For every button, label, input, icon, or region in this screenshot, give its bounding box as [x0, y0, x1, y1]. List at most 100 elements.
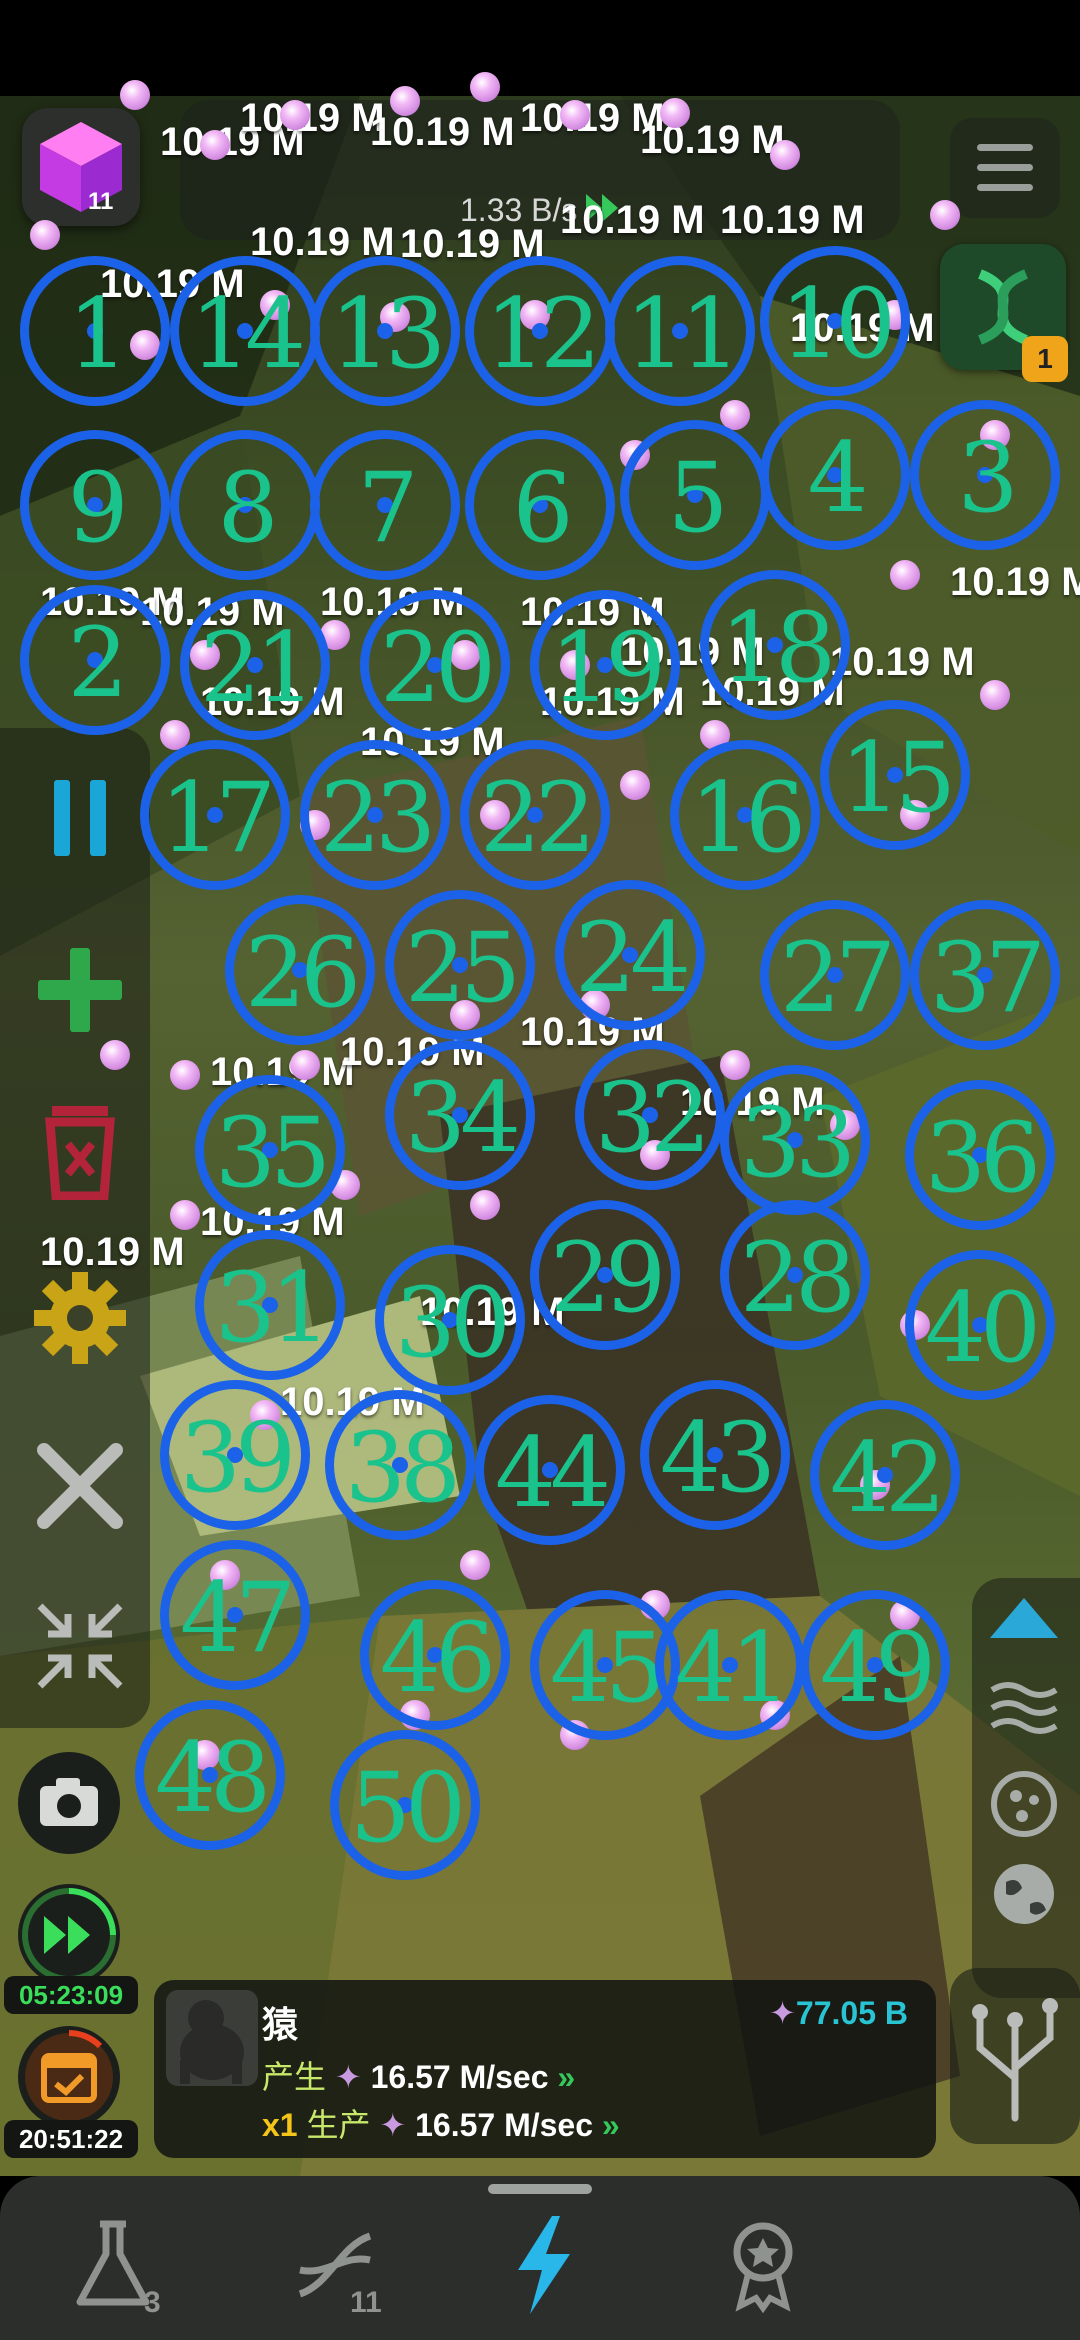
award-icon: [733, 2222, 793, 2314]
creature-bubble-4[interactable]: 4: [760, 400, 910, 550]
creature-bubble-44[interactable]: 44: [475, 1395, 625, 1545]
creature-bubble-15[interactable]: 15: [820, 700, 970, 850]
creature-bubble-17[interactable]: 17: [140, 740, 290, 890]
creature-bubble-14[interactable]: 14: [170, 256, 320, 406]
creature-bubble-19[interactable]: 19: [530, 590, 680, 740]
creature-bubble-27[interactable]: 27: [760, 900, 910, 1050]
creature-bubble-39[interactable]: 39: [160, 1380, 310, 1530]
creature-bubble-21[interactable]: 21: [180, 590, 330, 740]
creature-bubble-36[interactable]: 36: [905, 1080, 1055, 1230]
creature-bubble-49[interactable]: 49: [800, 1590, 950, 1740]
creature-bubble-16[interactable]: 16: [670, 740, 820, 890]
creature-bubble-35[interactable]: 35: [195, 1075, 345, 1225]
creature-bubble-5[interactable]: 5: [620, 420, 770, 570]
creature-bubble-34[interactable]: 34: [385, 1040, 535, 1190]
energy-orb[interactable]: [120, 80, 150, 110]
energy-orb[interactable]: [200, 130, 230, 160]
creature-bubble-50[interactable]: 50: [330, 1730, 480, 1880]
creature-bubble-47[interactable]: 47: [160, 1540, 310, 1690]
creature-bubble-24[interactable]: 24: [555, 880, 705, 1030]
bubble-number: 10: [779, 268, 896, 380]
creature-bubble-6[interactable]: 6: [465, 430, 615, 580]
bubble-number: 17: [159, 762, 276, 874]
creature-bubble-30[interactable]: 30: [375, 1245, 525, 1395]
energy-orb[interactable]: [620, 770, 650, 800]
creature-bubble-48[interactable]: 48: [135, 1700, 285, 1850]
creature-info-card[interactable]: 猿 ✦77.05 B 产生 ✦ 16.57 M/sec » x1 生产 ✦ 16…: [154, 1980, 936, 2158]
bubble-number: 1: [67, 278, 128, 390]
creature-bubble-25[interactable]: 25: [385, 890, 535, 1040]
waves-icon: [990, 1682, 1058, 1734]
creature-bubble-13[interactable]: 13: [310, 256, 460, 406]
compress-button[interactable]: [30, 1596, 130, 1696]
creature-bubble-43[interactable]: 43: [640, 1380, 790, 1530]
creature-bubble-23[interactable]: 23: [300, 740, 450, 890]
creature-bubble-10[interactable]: 10: [760, 246, 910, 396]
creature-bubble-9[interactable]: 9: [20, 430, 170, 580]
creature-bubble-8[interactable]: 8: [170, 430, 320, 580]
bubble-number: 29: [549, 1222, 666, 1334]
creature-bubble-11[interactable]: 11: [605, 256, 755, 406]
energy-orb[interactable]: [890, 560, 920, 590]
water-layer-button[interactable]: [984, 1672, 1064, 1742]
creature-bubble-29[interactable]: 29: [530, 1200, 680, 1350]
bubble-number: 28: [739, 1222, 856, 1334]
energy-orb[interactable]: [560, 100, 590, 130]
energy-orb[interactable]: [460, 1550, 490, 1580]
creature-bubble-28[interactable]: 28: [720, 1200, 870, 1350]
creature-bubble-33[interactable]: 33: [720, 1065, 870, 1215]
creature-name: 猿: [262, 2004, 299, 2045]
camera-button[interactable]: [18, 1752, 120, 1854]
orb-icon: ✦: [769, 1995, 796, 2031]
creature-bubble-22[interactable]: 22: [460, 740, 610, 890]
energy-orb[interactable]: [30, 220, 60, 250]
daily-button[interactable]: [18, 2026, 120, 2128]
energy-orb[interactable]: [930, 200, 960, 230]
creature-bubble-40[interactable]: 40: [905, 1250, 1055, 1400]
creature-bubble-38[interactable]: 38: [325, 1390, 475, 1540]
ape-thumbnail: [166, 1990, 258, 2086]
energy-orb[interactable]: [280, 100, 310, 130]
cell-layer-button[interactable]: [984, 1764, 1064, 1844]
evolution-tree-button[interactable]: [950, 1968, 1080, 2144]
energy-orb[interactable]: [470, 1190, 500, 1220]
creature-bubble-31[interactable]: 31: [195, 1230, 345, 1380]
up-button[interactable]: [982, 1590, 1066, 1650]
delete-button[interactable]: [30, 1100, 130, 1201]
energy-orb[interactable]: [470, 72, 500, 102]
settings-button[interactable]: [30, 1268, 130, 1368]
creature-bubble-37[interactable]: 37: [910, 900, 1060, 1050]
energy-orb[interactable]: [390, 86, 420, 116]
energy-orb[interactable]: [290, 1050, 320, 1080]
tab-achievements[interactable]: [708, 2210, 818, 2320]
energy-orb[interactable]: [100, 1040, 130, 1070]
creature-bubble-3[interactable]: 3: [910, 400, 1060, 550]
creature-bubble-12[interactable]: 12: [465, 256, 615, 406]
drawer-handle[interactable]: [488, 2184, 592, 2194]
close-button[interactable]: [30, 1436, 130, 1536]
creature-bubble-1[interactable]: 1: [20, 256, 170, 406]
planet-layer-button[interactable]: [984, 1854, 1064, 1934]
income-label: 10.19 M: [720, 198, 865, 242]
cube-shop-button[interactable]: [22, 108, 140, 226]
creature-bubble-46[interactable]: 46: [360, 1580, 510, 1730]
creature-bubble-41[interactable]: 41: [655, 1590, 805, 1740]
creature-bubble-7[interactable]: 7: [310, 430, 460, 580]
bubble-number: 43: [659, 1402, 776, 1514]
creature-bubble-2[interactable]: 2: [20, 585, 170, 735]
boost-button[interactable]: [18, 1884, 120, 1986]
energy-orb[interactable]: [980, 680, 1010, 710]
tab-production[interactable]: [490, 2210, 600, 2320]
energy-orb[interactable]: [770, 140, 800, 170]
energy-orb[interactable]: [170, 1060, 200, 1090]
creature-bubble-42[interactable]: 42: [810, 1400, 960, 1550]
add-button[interactable]: [30, 940, 130, 1040]
creature-bubble-18[interactable]: 18: [700, 570, 850, 720]
creature-bubble-32[interactable]: 32: [575, 1040, 725, 1190]
menu-button[interactable]: [950, 118, 1060, 218]
creature-bubble-20[interactable]: 20: [360, 590, 510, 740]
energy-orb[interactable]: [660, 98, 690, 128]
creature-bubble-26[interactable]: 26: [225, 895, 375, 1045]
pause-button[interactable]: [30, 768, 130, 868]
pink-cube-icon: [40, 122, 122, 212]
